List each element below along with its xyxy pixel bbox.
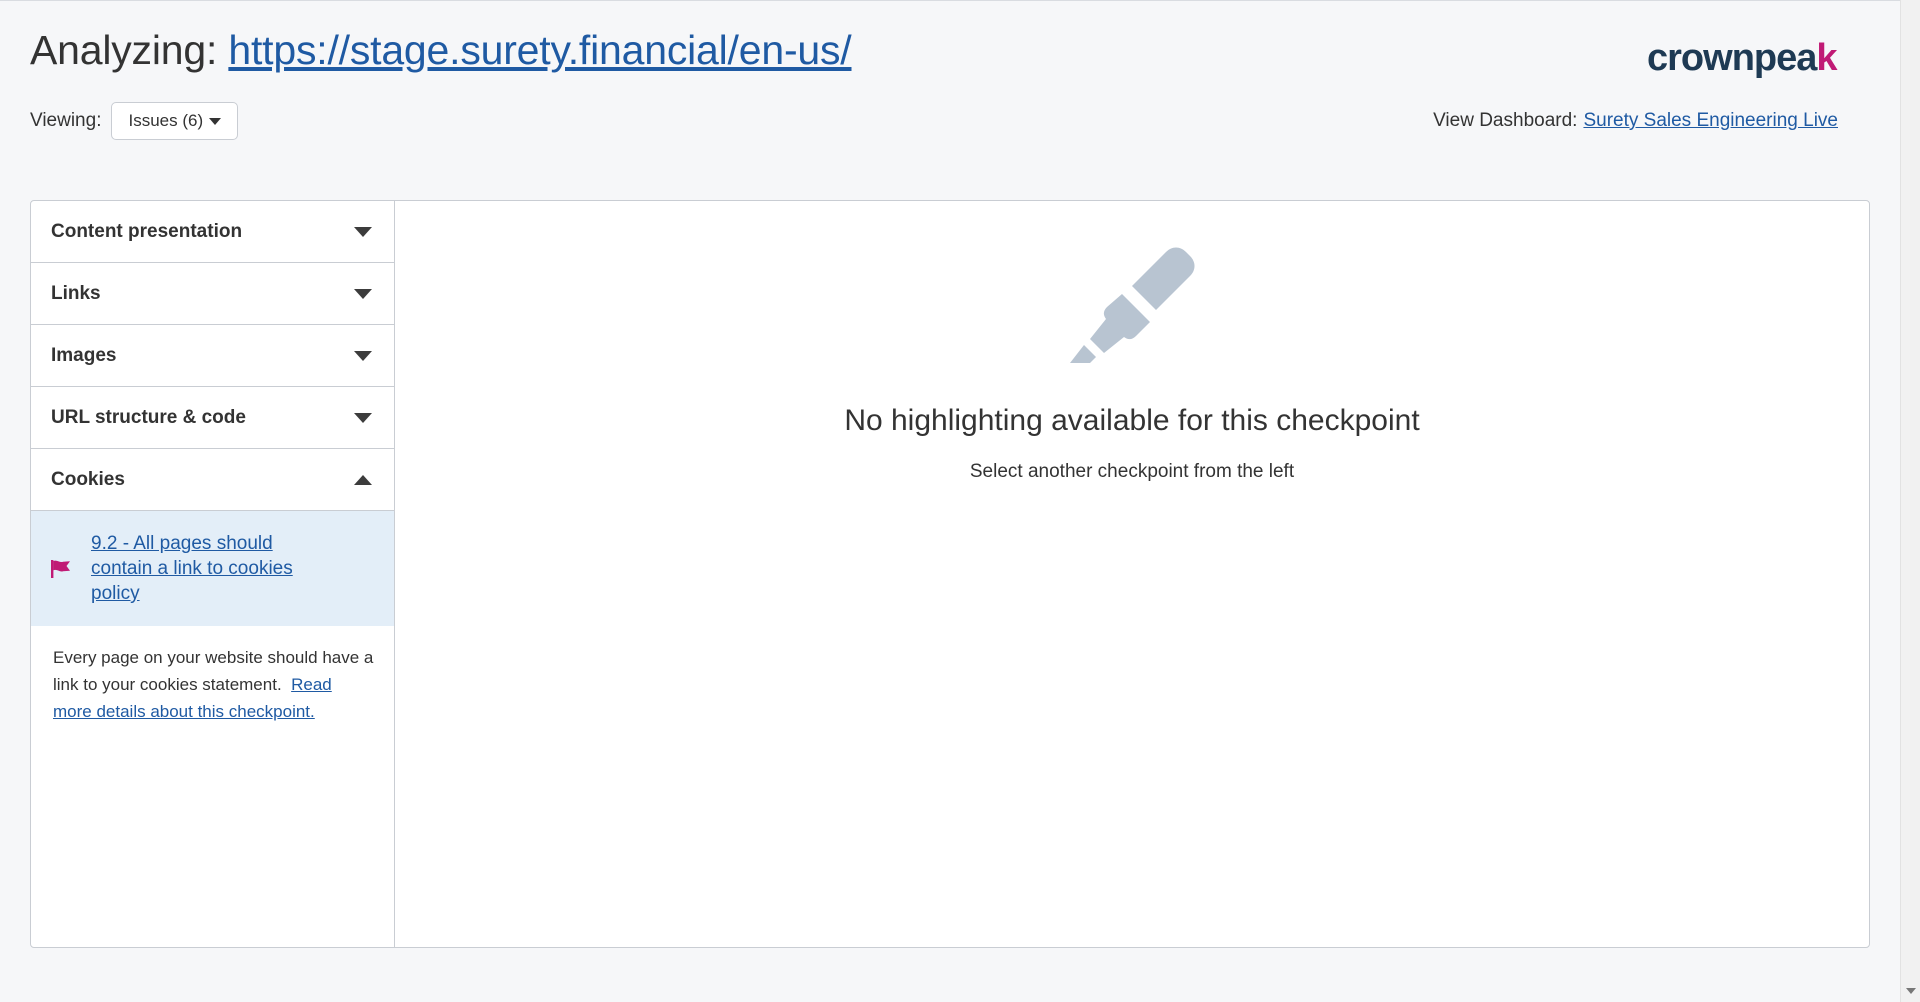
page-scrollbar[interactable] (1900, 0, 1920, 1002)
chevron-up-icon (354, 474, 372, 485)
section-cookies[interactable]: Cookies (31, 449, 394, 511)
crownpeak-logo: crownpeak (1647, 37, 1838, 79)
flag-icon (51, 559, 73, 578)
highlight-view: No highlighting available for this check… (395, 201, 1869, 947)
scroll-down-arrow-icon[interactable] (1906, 988, 1916, 994)
analyzing-label: Analyzing: (30, 27, 218, 73)
page: Analyzing: https://stage.surety.financia… (0, 0, 1900, 1002)
section-label: URL structure & code (51, 406, 246, 428)
dashboard-link[interactable]: Surety Sales Engineering Live (1583, 110, 1838, 131)
checkpoint-link[interactable]: 9.2 - All pages should contain a link to… (91, 531, 321, 606)
view-dashboard-label: View Dashboard: (1433, 110, 1578, 131)
section-label: Links (51, 282, 101, 304)
highlighter-icon (1062, 243, 1196, 376)
checkpoint-sidebar: Content presentation Links Images URL st… (31, 201, 395, 947)
section-links[interactable]: Links (31, 263, 394, 325)
chevron-down-icon (354, 350, 372, 361)
caret-down-icon (209, 117, 222, 125)
section-label: Images (51, 344, 117, 366)
page-title: Analyzing: https://stage.surety.financia… (30, 27, 852, 74)
section-label: Cookies (51, 468, 125, 490)
chevron-down-icon (354, 226, 372, 237)
viewing-label: Viewing: (30, 110, 102, 131)
viewing-selected-value: Issues (6) (128, 111, 204, 130)
checkpoint-panel: Content presentation Links Images URL st… (30, 200, 1870, 948)
checkpoint-description: Every page on your website should have a… (31, 626, 394, 725)
view-dashboard: View Dashboard: Surety Sales Engineering … (1433, 110, 1838, 132)
chevron-down-icon (354, 288, 372, 299)
viewing-filter: Viewing: Issues (6) (30, 102, 239, 140)
empty-state-subtext: Select another checkpoint from the left (969, 461, 1295, 482)
analyzed-url-link[interactable]: https://stage.surety.financial/en-us/ (228, 27, 851, 73)
section-images[interactable]: Images (31, 325, 394, 387)
section-content-presentation[interactable]: Content presentation (31, 201, 394, 263)
section-url-structure[interactable]: URL structure & code (31, 387, 394, 449)
chevron-down-icon (354, 412, 372, 423)
checkpoint-item: 9.2 - All pages should contain a link to… (31, 511, 394, 626)
viewing-select[interactable]: Issues (6) (111, 102, 239, 140)
empty-state-title: No highlighting available for this check… (844, 404, 1420, 437)
section-label: Content presentation (51, 220, 243, 242)
